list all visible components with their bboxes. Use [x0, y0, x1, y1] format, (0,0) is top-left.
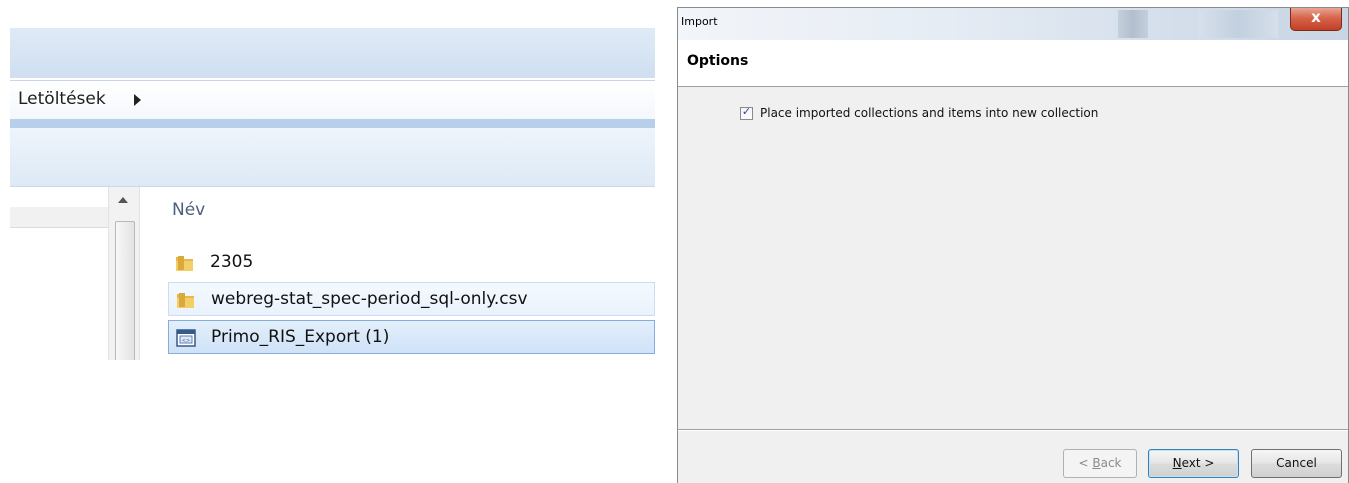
- ris-file-icon: <>: [176, 329, 196, 347]
- wizard-header: Options: [678, 40, 1348, 87]
- new-collection-checkbox[interactable]: ✓: [740, 105, 753, 120]
- navigation-pane[interactable]: [10, 187, 108, 360]
- file-name: Primo_RIS_Export (1): [211, 327, 390, 347]
- scroll-up-arrow-icon[interactable]: [118, 197, 128, 203]
- explorer-title-area: [10, 28, 655, 78]
- cancel-button[interactable]: Cancel: [1251, 449, 1342, 478]
- svg-text:<>: <>: [182, 338, 190, 344]
- folder-icon: [177, 293, 194, 308]
- import-dialog: Import x Options ✓ Place imported collec…: [677, 7, 1349, 483]
- address-bar-separator: [10, 119, 655, 128]
- new-collection-label[interactable]: Place imported collections and items int…: [760, 106, 1098, 120]
- file-name: 2305: [210, 252, 254, 272]
- folder-icon: [176, 256, 193, 271]
- scrollbar-thumb[interactable]: [115, 221, 135, 360]
- address-bar[interactable]: Letöltések: [10, 80, 655, 120]
- breadcrumb-arrow-icon[interactable]: [134, 94, 141, 106]
- explorer-toolbar: [10, 128, 655, 187]
- close-button[interactable]: x: [1290, 8, 1342, 31]
- footer-divider: [678, 429, 1348, 431]
- back-button[interactable]: < Back: [1063, 449, 1137, 478]
- dialog-title: Import: [681, 15, 718, 28]
- checkmark-icon: ✓: [741, 105, 752, 118]
- file-name: webreg-stat_spec-period_sql-only.csv: [211, 289, 528, 309]
- file-row[interactable]: webreg-stat_spec-period_sql-only.csv: [168, 282, 655, 316]
- navigation-scrollbar[interactable]: [108, 187, 140, 360]
- file-row-selected[interactable]: <> Primo_RIS_Export (1): [168, 320, 655, 354]
- next-button[interactable]: Next >: [1148, 449, 1239, 478]
- file-explorer-window: Letöltések Név 2305 webreg-stat_spec-per…: [0, 0, 655, 360]
- file-row[interactable]: 2305: [168, 246, 655, 280]
- navigation-pane-item[interactable]: [10, 207, 108, 228]
- name-column-header[interactable]: Név: [172, 200, 205, 220]
- breadcrumb-downloads[interactable]: Letöltések: [18, 89, 106, 109]
- page-title: Options: [687, 53, 749, 69]
- dialog-titlebar[interactable]: Import x: [678, 8, 1348, 40]
